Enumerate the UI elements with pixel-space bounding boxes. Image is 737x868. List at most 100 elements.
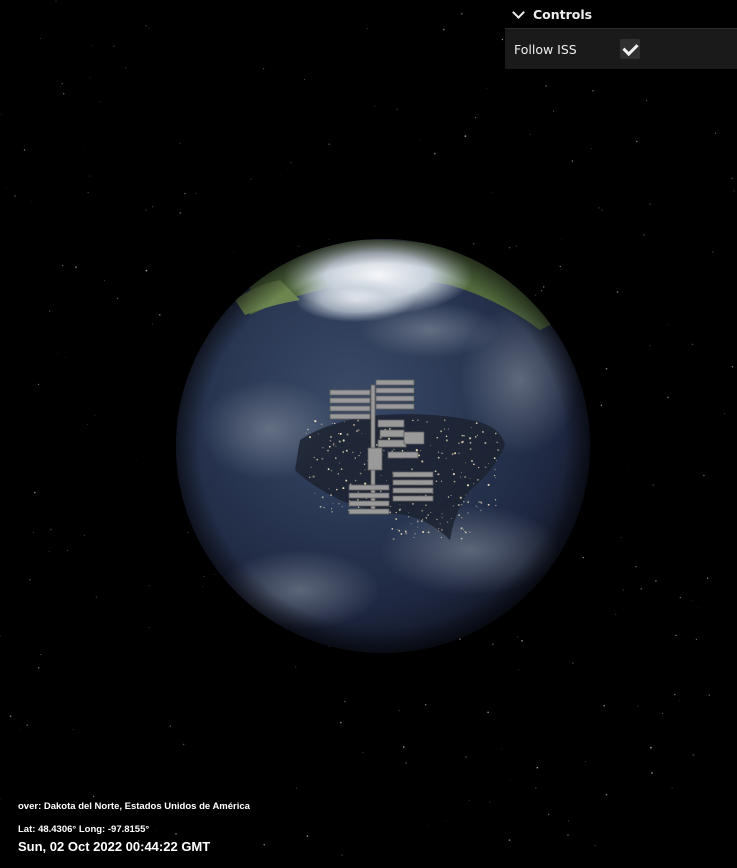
star bbox=[195, 192, 197, 194]
star bbox=[649, 203, 651, 205]
star bbox=[643, 234, 645, 236]
star bbox=[536, 766, 539, 769]
star bbox=[731, 366, 734, 368]
star bbox=[547, 813, 550, 816]
star bbox=[695, 638, 698, 641]
star bbox=[136, 459, 137, 461]
over-place: Dakota del Norte, Estados Unidos de Amér… bbox=[43, 801, 250, 812]
star bbox=[571, 160, 574, 162]
star bbox=[49, 310, 51, 312]
star bbox=[516, 245, 518, 247]
star bbox=[14, 195, 16, 197]
star bbox=[567, 834, 569, 836]
coordinates-readout: Lat: 48.4306° Long: -97.8155° bbox=[18, 824, 250, 835]
star bbox=[605, 793, 608, 796]
star bbox=[145, 209, 147, 211]
star bbox=[461, 13, 463, 15]
star bbox=[706, 577, 709, 579]
star bbox=[6, 186, 7, 188]
star bbox=[26, 724, 29, 727]
star bbox=[10, 485, 11, 487]
star bbox=[295, 666, 297, 668]
star bbox=[287, 169, 289, 171]
star bbox=[48, 550, 50, 553]
star bbox=[535, 787, 537, 789]
star bbox=[148, 585, 150, 587]
star bbox=[62, 264, 64, 267]
star bbox=[169, 725, 171, 727]
long-label: Long: bbox=[78, 824, 106, 835]
star bbox=[339, 721, 342, 724]
star bbox=[560, 238, 562, 240]
star bbox=[724, 413, 726, 415]
star bbox=[733, 190, 735, 192]
star bbox=[37, 667, 40, 669]
star bbox=[533, 779, 534, 780]
star bbox=[635, 140, 638, 143]
star bbox=[61, 83, 63, 85]
star bbox=[603, 705, 605, 707]
star bbox=[655, 580, 657, 582]
star bbox=[263, 68, 265, 70]
chevron-down-icon bbox=[512, 5, 525, 19]
location-readout: over: Dakota del Norte, Estados Unidos d… bbox=[18, 801, 250, 812]
star bbox=[651, 772, 653, 774]
star bbox=[113, 45, 115, 47]
star bbox=[650, 746, 652, 749]
star bbox=[86, 424, 88, 426]
star bbox=[616, 288, 618, 289]
star bbox=[640, 588, 642, 590]
star bbox=[582, 556, 585, 559]
star bbox=[652, 484, 654, 486]
star bbox=[9, 715, 12, 718]
star bbox=[472, 242, 475, 245]
star bbox=[55, 0, 57, 3]
star bbox=[712, 251, 714, 254]
star bbox=[23, 149, 26, 151]
star bbox=[517, 636, 519, 638]
star bbox=[420, 139, 422, 141]
star bbox=[598, 207, 600, 209]
star bbox=[671, 787, 673, 789]
star bbox=[585, 761, 587, 763]
star bbox=[148, 27, 150, 29]
star bbox=[594, 845, 596, 847]
star bbox=[559, 265, 561, 268]
follow-iss-checkbox[interactable] bbox=[620, 39, 640, 59]
star bbox=[87, 191, 89, 193]
star bbox=[62, 93, 65, 95]
star bbox=[295, 787, 298, 790]
follow-iss-label: Follow ISS bbox=[514, 41, 577, 57]
star bbox=[405, 762, 407, 764]
star bbox=[534, 294, 537, 297]
star bbox=[94, 414, 96, 416]
star bbox=[34, 491, 36, 494]
iss-info-overlay: over: Dakota del Norte, Estados Unidos d… bbox=[18, 801, 250, 854]
star bbox=[490, 191, 492, 193]
star bbox=[89, 175, 91, 177]
star bbox=[158, 313, 161, 316]
star bbox=[637, 705, 639, 707]
star bbox=[92, 45, 93, 46]
star bbox=[691, 343, 694, 346]
star bbox=[37, 383, 40, 386]
star bbox=[679, 700, 681, 702]
star bbox=[374, 105, 376, 107]
star bbox=[510, 778, 511, 780]
controls-title: Controls bbox=[533, 6, 593, 22]
star bbox=[116, 297, 119, 300]
star bbox=[646, 100, 648, 102]
star bbox=[537, 761, 538, 763]
star bbox=[364, 105, 365, 107]
star bbox=[653, 484, 655, 486]
star bbox=[601, 209, 603, 211]
star bbox=[148, 627, 150, 628]
controls-header[interactable]: Controls bbox=[505, 0, 737, 29]
star bbox=[486, 88, 488, 89]
follow-iss-row[interactable]: Follow ISS bbox=[505, 29, 737, 69]
star bbox=[40, 654, 42, 656]
star bbox=[83, 148, 85, 150]
3d-viewport[interactable] bbox=[0, 0, 737, 868]
star bbox=[649, 345, 651, 347]
star bbox=[708, 694, 710, 696]
